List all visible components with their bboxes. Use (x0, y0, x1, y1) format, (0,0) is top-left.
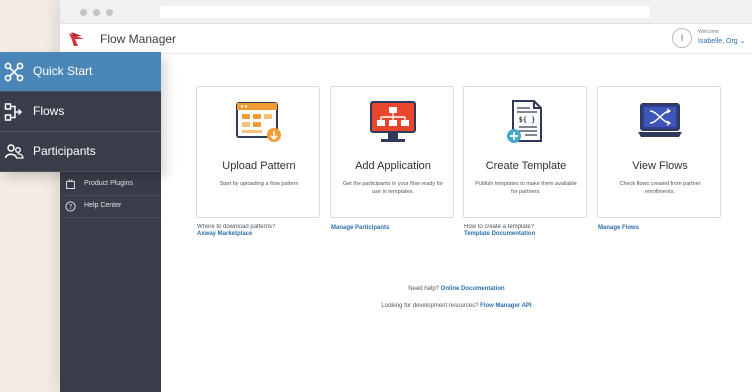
online-documentation-link[interactable]: Online Documentation (441, 286, 505, 292)
card-create-template[interactable]: ${ } Create Template Publish templates t… (463, 86, 587, 218)
add-application-illustration (370, 101, 416, 142)
card-description: Check flows created from partner enrollm… (619, 181, 701, 195)
card-help-upload-pattern: Where to download patterns? Axway Market… (197, 224, 327, 242)
flow-icon (4, 103, 23, 121)
help-question: How to create a template? (464, 224, 535, 230)
svg-text:${ }: ${ } (519, 116, 536, 124)
card-view-flows[interactable]: View Flows Check flows created from part… (597, 86, 721, 218)
card-add-application[interactable]: Add Application Get the participants in … (330, 86, 454, 218)
sidebar-item-label: Product Plugins (84, 180, 134, 187)
create-template-illustration: ${ } (507, 100, 542, 143)
card-description: Publish templates to make them available… (475, 181, 577, 195)
manage-participants-link[interactable]: Manage Participants (331, 225, 461, 231)
nav-item-quick-start[interactable]: Quick Start (0, 52, 161, 92)
flow-manager-logo-icon (69, 32, 84, 46)
card-title: Add Application (355, 160, 431, 172)
welcome-label: Welcome (698, 29, 719, 35)
svg-text:?: ? (69, 203, 73, 211)
nav-item-label: Flows (33, 104, 65, 118)
plugin-icon (65, 179, 76, 190)
axway-marketplace-link[interactable]: Axway Marketplace (197, 231, 327, 237)
upload-pattern-illustration (236, 102, 281, 142)
app-title: Flow Manager (100, 32, 177, 46)
sidebar-item-label: Help Center (84, 202, 122, 209)
dev-text: Looking for development resources? (381, 303, 479, 309)
avatar[interactable]: I (672, 28, 692, 48)
nav-item-participants[interactable]: Participants (0, 132, 161, 172)
nav-item-label: Quick Start (33, 64, 93, 78)
sidebar-item-help-center[interactable]: ? Help Center (60, 196, 161, 218)
nodes-icon (4, 62, 24, 82)
window-dot-icon[interactable] (93, 9, 100, 16)
participants-icon (4, 144, 24, 159)
user-name: Isabelle, Org (698, 38, 738, 45)
help-question: Where to download patterns? (197, 224, 276, 230)
address-bar[interactable] (160, 6, 650, 18)
sidebar-item-product-plugins[interactable]: Product Plugins (60, 174, 161, 196)
help-icon: ? (65, 201, 76, 212)
card-title: Create Template (485, 160, 567, 172)
nav-item-label: Participants (33, 144, 96, 158)
user-menu[interactable]: Isabelle, Org ⌄ (698, 37, 746, 45)
card-title: View Flows (632, 160, 688, 172)
card-help-add-application: Manage Participants (331, 224, 461, 242)
view-flows-illustration (638, 103, 682, 137)
manage-flows-link[interactable]: Manage Flows (598, 225, 728, 231)
window-dot-icon[interactable] (80, 9, 87, 16)
dev-footer: Looking for development resources? Flow … (161, 303, 752, 309)
help-text: Need help? (408, 286, 439, 292)
card-description: Get the participants in your flow ready … (342, 181, 444, 195)
card-title: Upload Pattern (222, 160, 296, 172)
card-description: Start by uploading a flow pattern (219, 181, 299, 187)
template-documentation-link[interactable]: Template Documentation (464, 231, 594, 237)
flow-manager-api-link[interactable]: Flow Manager API (480, 303, 531, 309)
main-nav: Quick Start Flows Participants (0, 52, 161, 172)
browser-toolbar (60, 0, 752, 24)
nav-item-flows[interactable]: Flows (0, 92, 161, 132)
card-upload-pattern[interactable]: Upload Pattern Start by uploading a flow… (196, 86, 320, 218)
help-footer: Need help? Online Documentation (161, 286, 752, 292)
window-dot-icon[interactable] (106, 9, 113, 16)
app-header: Flow Manager I Welcome Isabelle, Org ⌄ (60, 24, 752, 54)
card-help-create-template: How to create a template? Template Docum… (464, 224, 594, 242)
card-help-view-flows: Manage Flows (598, 224, 728, 242)
chevron-down-icon: ⌄ (739, 38, 746, 45)
